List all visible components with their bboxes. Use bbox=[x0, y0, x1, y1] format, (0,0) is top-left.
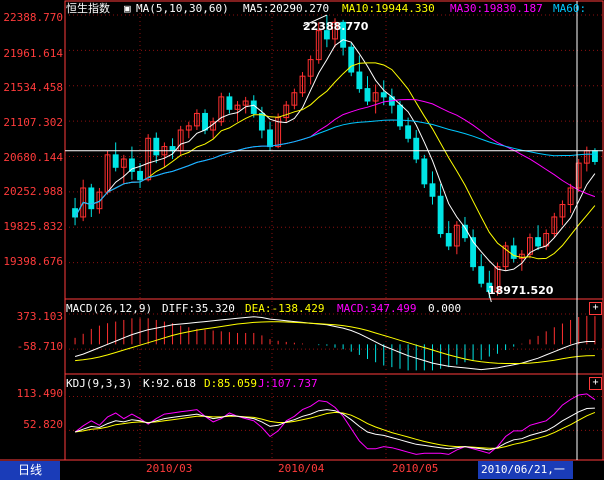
ma10-value: MA10:19944.330 bbox=[342, 2, 435, 15]
ma30-value: MA30:19830.187 bbox=[450, 2, 543, 15]
ma-toggle-icon[interactable]: ▣ bbox=[124, 2, 131, 15]
macd-params-label: MACD(26,12,9) bbox=[66, 302, 153, 315]
candle-body bbox=[437, 195, 444, 235]
period-tab-daily[interactable]: 日线 bbox=[0, 461, 60, 480]
date-label: 2010/05 bbox=[392, 462, 439, 475]
price-axis-label: 19398.676 bbox=[3, 255, 63, 268]
price-axis-label: 20680.144 bbox=[3, 151, 63, 164]
cursor-date-readout: 2010/06/21,一 bbox=[478, 461, 573, 479]
candle-body bbox=[478, 266, 485, 284]
candle-body bbox=[88, 187, 95, 210]
candle-body bbox=[421, 158, 428, 185]
macd-expand-button[interactable]: + bbox=[589, 302, 602, 315]
candle-body bbox=[226, 96, 233, 110]
ma-params-label: MA(5,10,30,60) bbox=[136, 2, 229, 15]
candle-body bbox=[445, 233, 452, 247]
price-axis-label: 21961.614 bbox=[3, 47, 63, 60]
stock-chart-window[interactable]: 恒生指数 ▣ MA(5,10,30,60) MA5:20290.270 MA10… bbox=[0, 0, 604, 480]
macd-dea-line bbox=[75, 321, 595, 364]
candle-body bbox=[397, 104, 403, 127]
candle-body bbox=[510, 245, 517, 259]
candle-body bbox=[258, 112, 265, 131]
candle-body bbox=[153, 137, 160, 156]
candle-body bbox=[169, 146, 176, 152]
price-axis-label: 21534.458 bbox=[3, 81, 63, 94]
candle-body bbox=[405, 125, 412, 139]
macd-extra-value: 0.000 bbox=[428, 302, 462, 315]
macd-diff-value: DIFF:35.320 bbox=[162, 302, 235, 315]
ma10-line bbox=[74, 62, 596, 260]
kdj-axis-label: 52.820 bbox=[23, 418, 63, 431]
candle-body bbox=[267, 129, 273, 148]
kdj-j-value: J:107.737 bbox=[258, 377, 318, 390]
macd-histogram-value: MACD:347.499 bbox=[337, 302, 417, 315]
candle-body bbox=[72, 208, 78, 218]
candle-body bbox=[380, 92, 387, 98]
kdj-k-value: K:92.618 bbox=[143, 377, 196, 390]
ma30-line bbox=[74, 98, 596, 218]
candle-body bbox=[535, 237, 542, 247]
date-label: 2010/03 bbox=[146, 462, 193, 475]
price-axis-label: 22388.770 bbox=[3, 11, 63, 24]
macd-dea-value: DEA:-138.429 bbox=[245, 302, 325, 315]
ma60-line bbox=[74, 119, 595, 218]
ma5-line bbox=[74, 39, 596, 272]
price-axis-label: 20252.988 bbox=[3, 185, 63, 198]
candle-body bbox=[202, 112, 208, 131]
chart-frame bbox=[64, 0, 604, 461]
candle-body bbox=[250, 100, 257, 114]
low-price-annotation: 18971.520 bbox=[488, 284, 554, 297]
ma60-value: MA60: bbox=[553, 2, 587, 15]
macd-axis-label: -58.710 bbox=[16, 340, 63, 353]
kdj-d-value: D:85.059 bbox=[204, 377, 257, 390]
high-price-annotation: 22388.770 bbox=[303, 20, 369, 33]
candle-body bbox=[112, 154, 119, 168]
candle-body bbox=[429, 183, 436, 197]
price-axis-label: 21107.302 bbox=[3, 116, 63, 129]
macd-axis-label: 373.103 bbox=[16, 310, 63, 323]
kdj-expand-button[interactable]: + bbox=[589, 377, 602, 390]
candle-body bbox=[137, 170, 143, 181]
candle-body bbox=[592, 150, 598, 162]
kdj-params-label: KDJ(9,3,3) bbox=[66, 377, 133, 390]
kdj-j-line bbox=[74, 393, 596, 455]
price-axis-label: 19825.832 bbox=[3, 220, 63, 233]
chart-canvas[interactable] bbox=[0, 0, 604, 480]
date-label: 2010/04 bbox=[278, 462, 325, 475]
kdj-axis-label: 113.490 bbox=[16, 387, 63, 400]
candle-body bbox=[413, 137, 420, 160]
ma5-value: MA5:20290.270 bbox=[243, 2, 330, 15]
candle-body bbox=[364, 88, 371, 102]
candle-body bbox=[356, 71, 363, 90]
index-name: 恒生指数 bbox=[66, 2, 110, 15]
